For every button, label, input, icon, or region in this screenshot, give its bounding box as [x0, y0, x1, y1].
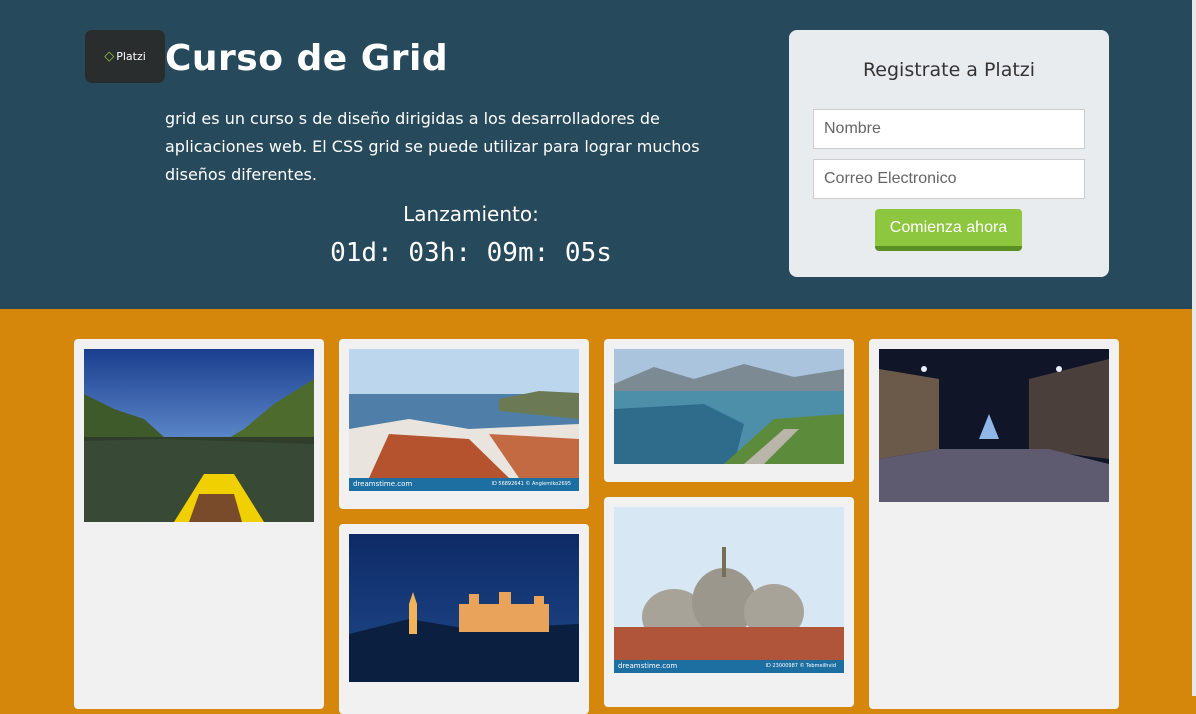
gallery-card [604, 339, 854, 482]
venice-domes-image[interactable]: dreamstime.com ID 23000987 © Tebmeilhvid [614, 507, 844, 673]
photo-id: ID 56892641 © Angiemiko2695 [491, 481, 571, 487]
lake-kayak-image[interactable] [84, 349, 314, 522]
gallery-card [339, 524, 589, 714]
countdown-timer: 01d: 03h: 09m: 05s [330, 238, 612, 268]
night-plaza-image[interactable] [879, 349, 1109, 502]
photo-id: ID 23000987 © Tebmeilhvid [765, 663, 836, 669]
hero-header: ◇ Platzi Curso de Grid grid es un curso … [0, 0, 1192, 309]
castle-night-image[interactable] [349, 534, 579, 682]
watermark-text: dreamstime.com [353, 480, 413, 488]
logo-text: Platzi [116, 50, 146, 63]
scrollbar[interactable] [1192, 0, 1196, 696]
watermark-bar: dreamstime.com ID 23000987 © Tebmeilhvid [614, 660, 844, 673]
watermark-bar: dreamstime.com ID 56892641 © Angiemiko26… [349, 478, 579, 491]
start-now-button[interactable]: Comienza ahora [875, 209, 1022, 251]
register-form: Registrate a Platzi Comienza ahora [789, 30, 1109, 277]
register-title: Registrate a Platzi [862, 59, 1036, 81]
email-field[interactable] [813, 159, 1085, 199]
name-field[interactable] [813, 109, 1085, 149]
launch-label: Lanzamiento: [403, 202, 539, 226]
gallery-card [869, 339, 1119, 709]
course-description: grid es un curso s de diseño dirigidas a… [165, 109, 700, 184]
page-title: Curso de Grid [165, 38, 449, 79]
watermark-text: dreamstime.com [618, 662, 678, 670]
coastal-town-image[interactable]: dreamstime.com ID 56892641 © Angiemiko26… [349, 349, 579, 491]
gallery-card: dreamstime.com ID 56892641 © Angiemiko26… [339, 339, 589, 509]
platzi-logo[interactable]: ◇ Platzi [85, 30, 165, 83]
gallery-card: dreamstime.com ID 23000987 © Tebmeilhvid [604, 497, 854, 707]
platzi-mark-icon: ◇ [104, 49, 115, 64]
gallery-card [74, 339, 324, 709]
park-lake-image[interactable] [614, 349, 844, 464]
